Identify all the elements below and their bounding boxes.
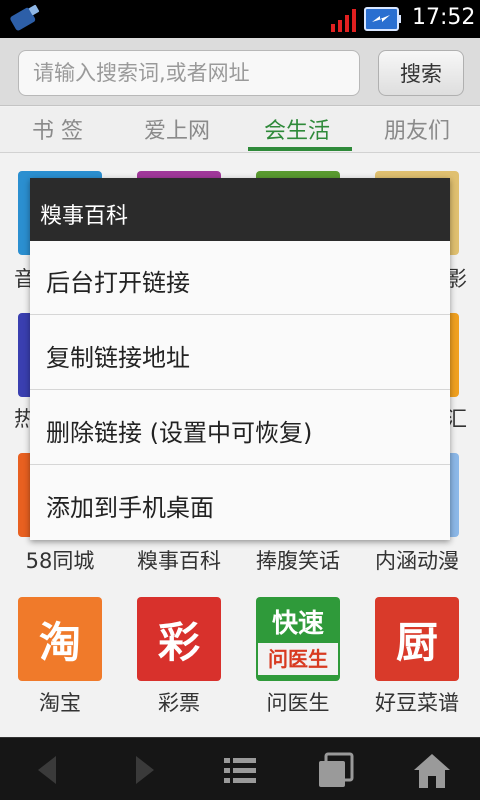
tab-friends[interactable]: 朋友们 — [384, 113, 450, 145]
ask-doctor-icon-top: 快速 — [271, 609, 324, 639]
category-tabs: 书 签 爱上网 会生活 朋友们 — [0, 107, 480, 153]
menu-item-delete-link[interactable]: 删除链接 (设置中可恢复) — [30, 391, 450, 465]
lottery-icon: 彩 — [157, 617, 200, 667]
bottom-toolbar — [0, 737, 480, 800]
tab-life[interactable]: 会生活 — [264, 113, 330, 145]
app-label-pengfu[interactable]: 捧腹笑话 — [238, 545, 358, 575]
app-label-ask-doctor[interactable]: 问医生 — [238, 687, 358, 717]
search-header: 搜索 — [0, 38, 480, 106]
kitchen-icon: 厨 — [395, 617, 438, 667]
home-icon[interactable] — [410, 748, 454, 792]
context-menu: 糗事百科 后台打开链接 复制链接地址 删除链接 (设置中可恢复) 添加到手机桌面 — [30, 178, 450, 540]
app-label-recipes[interactable]: 好豆菜谱 — [357, 687, 477, 717]
clock: 17:52 — [412, 5, 476, 30]
battery-charging-icon — [364, 7, 401, 31]
app-tile-taobao[interactable]: 淘 — [18, 597, 102, 681]
app-label-qiushi[interactable]: 糗事百科 — [119, 545, 239, 575]
taobao-icon: 淘 — [38, 617, 81, 667]
tab-active-indicator — [248, 147, 352, 151]
search-input[interactable] — [18, 50, 360, 96]
app-label-lottery[interactable]: 彩票 — [119, 687, 239, 717]
app-label-neihan[interactable]: 内涵动漫 — [357, 545, 477, 575]
status-bar: 17:52 — [0, 0, 480, 38]
windows-icon[interactable] — [314, 748, 358, 792]
back-icon[interactable] — [26, 748, 70, 792]
ask-doctor-icon-bottom: 问医生 — [258, 643, 338, 675]
app-label-58[interactable]: 58同城 — [0, 545, 120, 575]
app-label-taobao[interactable]: 淘宝 — [0, 687, 120, 717]
usb-debug-icon — [10, 4, 40, 31]
app-tile-lottery[interactable]: 彩 — [137, 597, 221, 681]
menu-icon[interactable] — [218, 748, 262, 792]
signal-icon — [331, 9, 356, 32]
tab-bookmarks[interactable]: 书 签 — [32, 113, 83, 145]
menu-item-open-background[interactable]: 后台打开链接 — [30, 241, 450, 315]
context-menu-title: 糗事百科 — [30, 178, 450, 241]
app-tile-recipes[interactable]: 厨 — [375, 597, 459, 681]
search-button[interactable]: 搜索 — [378, 50, 464, 96]
tab-web[interactable]: 爱上网 — [144, 113, 210, 145]
app-tile-ask-doctor[interactable]: 快速 问医生 — [256, 597, 340, 681]
forward-icon[interactable] — [122, 748, 166, 792]
menu-item-add-to-desktop[interactable]: 添加到手机桌面 — [30, 466, 450, 540]
menu-item-copy-link[interactable]: 复制链接地址 — [30, 316, 450, 390]
